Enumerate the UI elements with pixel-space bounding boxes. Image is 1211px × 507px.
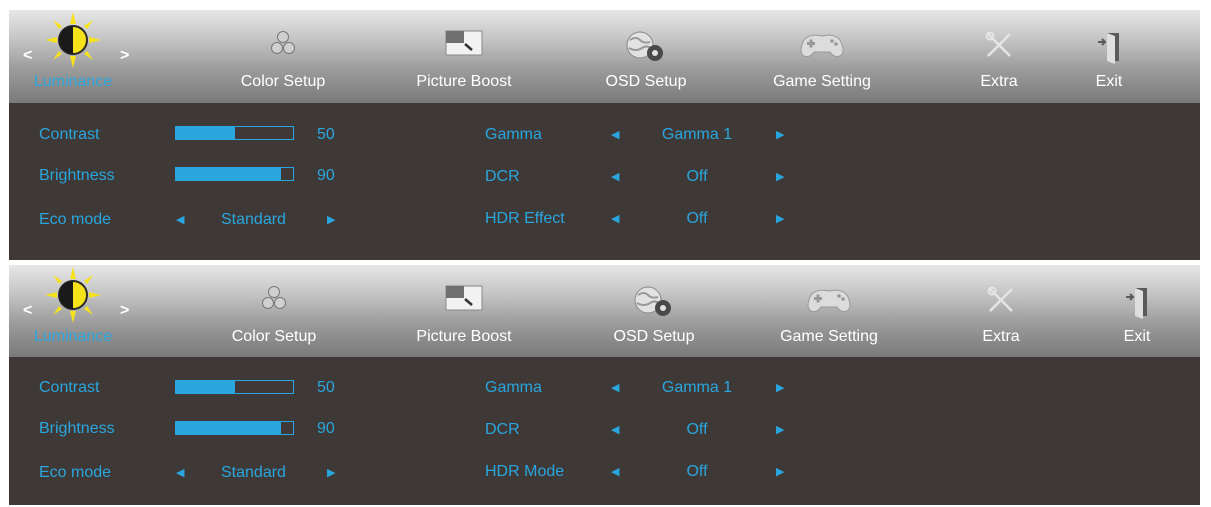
color-dots-icon: [271, 31, 295, 54]
gamma-prev-icon[interactable]: ◀: [611, 128, 619, 141]
tab-label: Color Setup: [231, 328, 317, 345]
picture-boost-icon: [445, 30, 483, 56]
tab-label: Exit: [1123, 328, 1151, 345]
eco-next-icon[interactable]: ▶: [327, 213, 335, 226]
tab-color-setup[interactable]: Color Setup: [214, 265, 334, 358]
picture-boost-icon: [445, 285, 483, 311]
eco-mode-label: Eco mode: [39, 464, 112, 481]
osd-tab-bar: < > Luminance Color Setup Picture Boost …: [9, 10, 1200, 103]
tab-game-setting[interactable]: Game Setting: [759, 10, 885, 103]
brightness-value: 90: [317, 167, 335, 184]
exit-door-icon: [1126, 288, 1147, 319]
dcr-prev-icon[interactable]: ◀: [611, 170, 619, 183]
tab-picture-boost[interactable]: Picture Boost: [404, 265, 524, 358]
osd-globe-gear-icon: [634, 286, 671, 316]
tab-extra[interactable]: Extra: [951, 265, 1051, 358]
brightness-label: Brightness: [39, 167, 115, 184]
gamma-value[interactable]: Gamma 1: [645, 379, 749, 397]
gamma-prev-icon[interactable]: ◀: [611, 381, 619, 394]
hdr-next-icon[interactable]: ▶: [776, 212, 784, 225]
sun-contrast-icon: [45, 12, 101, 68]
brightness-value: 90: [317, 420, 335, 437]
contrast-value: 50: [317, 379, 335, 396]
dcr-next-icon[interactable]: ▶: [776, 170, 784, 183]
tab-luminance[interactable]: Luminance: [9, 265, 137, 358]
hdr-mode-value[interactable]: Off: [645, 463, 749, 481]
tab-label: Game Setting: [773, 73, 871, 90]
eco-next-icon[interactable]: ▶: [327, 466, 335, 479]
tab-exit[interactable]: Exit: [1102, 265, 1172, 358]
hdr-effect-label: HDR Effect: [485, 210, 565, 227]
tools-icon: [987, 286, 1013, 312]
dcr-label: DCR: [485, 421, 520, 438]
color-dots-icon: [262, 286, 286, 309]
eco-mode-value[interactable]: Standard: [221, 211, 286, 229]
hdr-next-icon[interactable]: ▶: [776, 465, 784, 478]
gamepad-icon: [807, 289, 851, 312]
brightness-slider-fill: [176, 422, 282, 434]
gamma-label: Gamma: [485, 126, 542, 143]
tab-label: Extra: [982, 328, 1020, 345]
eco-prev-icon[interactable]: ◀: [176, 213, 184, 226]
contrast-slider[interactable]: [175, 126, 294, 140]
hdr-prev-icon[interactable]: ◀: [611, 465, 619, 478]
brightness-slider[interactable]: [175, 421, 294, 435]
tab-exit[interactable]: Exit: [1074, 10, 1144, 103]
dcr-label: DCR: [485, 168, 520, 185]
gamma-value[interactable]: Gamma 1: [645, 126, 749, 144]
tab-label: Luminance: [33, 73, 113, 90]
gamepad-icon: [800, 34, 844, 57]
osd-globe-gear-icon: [626, 31, 663, 61]
hdr-effect-value[interactable]: Off: [645, 210, 749, 228]
hdr-mode-label: HDR Mode: [485, 463, 565, 480]
tab-extra[interactable]: Extra: [949, 10, 1049, 103]
tab-osd-setup[interactable]: OSD Setup: [586, 10, 706, 103]
tab-label: Picture Boost: [416, 73, 512, 90]
tab-luminance[interactable]: Luminance: [9, 10, 137, 103]
tab-label: Color Setup: [240, 73, 326, 90]
gamma-next-icon[interactable]: ▶: [776, 128, 784, 141]
eco-mode-label: Eco mode: [39, 211, 112, 228]
dcr-value[interactable]: Off: [645, 168, 749, 186]
exit-door-icon: [1098, 33, 1119, 64]
osd-tab-bar: < > Luminance Color Setup Picture Boost …: [9, 265, 1200, 357]
contrast-slider-fill: [176, 127, 235, 139]
contrast-slider-fill: [176, 381, 235, 393]
osd-menu-panel: < > Luminance Color Setup Picture Boost …: [9, 10, 1200, 260]
brightness-slider[interactable]: [175, 167, 294, 181]
tab-osd-setup[interactable]: OSD Setup: [594, 265, 714, 358]
tab-game-setting[interactable]: Game Setting: [766, 265, 892, 358]
tab-label: Extra: [980, 73, 1018, 90]
tab-color-setup[interactable]: Color Setup: [223, 10, 343, 103]
contrast-label: Contrast: [39, 379, 100, 396]
eco-prev-icon[interactable]: ◀: [176, 466, 184, 479]
contrast-slider[interactable]: [175, 380, 294, 394]
gamma-label: Gamma: [485, 379, 542, 396]
tab-label: OSD Setup: [613, 328, 695, 345]
dcr-prev-icon[interactable]: ◀: [611, 423, 619, 436]
tab-label: Luminance: [33, 328, 113, 345]
osd-menu-panel: < > Luminance Color Setup Picture Boost …: [9, 265, 1200, 505]
dcr-value[interactable]: Off: [645, 421, 749, 439]
osd-settings-area: Contrast 50 Brightness 90 Eco mode ◀ Sta…: [9, 103, 1200, 260]
sun-contrast-icon: [45, 267, 101, 323]
osd-settings-area: Contrast 50 Brightness 90 Eco mode ◀ Sta…: [9, 357, 1200, 505]
tab-label: OSD Setup: [605, 73, 687, 90]
tools-icon: [985, 31, 1011, 57]
gamma-next-icon[interactable]: ▶: [776, 381, 784, 394]
brightness-slider-fill: [176, 168, 282, 180]
tab-label: Game Setting: [780, 328, 878, 345]
tab-label: Picture Boost: [416, 328, 512, 345]
brightness-label: Brightness: [39, 420, 115, 437]
contrast-label: Contrast: [39, 126, 100, 143]
tab-label: Exit: [1095, 73, 1123, 90]
tab-picture-boost[interactable]: Picture Boost: [404, 10, 524, 103]
dcr-next-icon[interactable]: ▶: [776, 423, 784, 436]
hdr-prev-icon[interactable]: ◀: [611, 212, 619, 225]
eco-mode-value[interactable]: Standard: [221, 464, 286, 482]
contrast-value: 50: [317, 126, 335, 143]
